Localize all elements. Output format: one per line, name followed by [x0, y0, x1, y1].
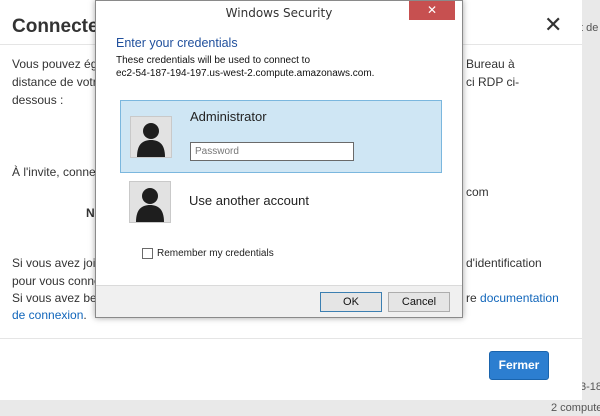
account-name-other: Use another account — [189, 193, 309, 208]
cancel-button[interactable]: Cancel — [388, 292, 450, 312]
modal-footer-divider — [0, 338, 582, 339]
modal-title: Connecte — [12, 16, 99, 37]
background-row-fragment: 2 compute — [551, 402, 600, 414]
remember-credentials-label[interactable]: Remember my credentials — [157, 248, 274, 259]
modal-text-line1-right: Bureau à — [466, 57, 515, 71]
account-tile-other[interactable]: Use another account — [120, 177, 442, 227]
modal-text-line2-right: ci RDP ci- — [466, 75, 520, 89]
modal-prompt-left: À l'invite, conne — [12, 165, 96, 179]
dialog-close-icon[interactable]: ✕ — [409, 1, 455, 20]
user-silhouette-icon — [130, 116, 172, 158]
remember-credentials-checkbox[interactable] — [142, 248, 153, 259]
close-modal-button[interactable]: Fermer — [489, 351, 549, 380]
remember-credentials-row: Remember my credentials — [142, 248, 274, 259]
modal-text-line3: dessous : — [12, 93, 64, 107]
modal-p2-line2-left: pour vous conne — [12, 274, 101, 288]
dialog-title: Windows Security — [225, 6, 333, 20]
modal-p2-line3-plain: re — [466, 291, 477, 305]
background-row-fragment-1: 3-18 — [580, 381, 600, 393]
modal-p2-line1-right: d'identification — [466, 256, 542, 270]
background-page-bottom: 2 compute — [0, 400, 600, 416]
modal-text-line2-left: distance de votr — [12, 75, 97, 89]
modal-p2-trailing: . — [83, 308, 87, 322]
documentation-link-continued[interactable]: de connexion — [12, 308, 83, 322]
account-name-administrator: Administrator — [190, 109, 267, 124]
user-silhouette-icon — [129, 181, 171, 223]
documentation-link[interactable]: documentation — [480, 291, 559, 305]
modal-p2-line3-right: re documentation — [466, 289, 559, 307]
password-input[interactable] — [190, 142, 354, 161]
credentials-description: These credentials will be used to connec… — [116, 54, 374, 80]
background-header-fragment: t de — [580, 22, 599, 34]
description-line-2: ec2-54-187-194-197.us-west-2.compute.ama… — [116, 68, 375, 79]
credentials-heading: Enter your credentials — [116, 36, 238, 50]
dialog-footer: OK Cancel — [96, 285, 462, 317]
modal-prompt-right: com — [466, 185, 489, 199]
modal-text-line1-left: Vous pouvez ég — [12, 57, 98, 71]
modal-bold-fragment: N — [86, 206, 95, 220]
modal-p2-line3-left: Si vous avez be — [12, 291, 97, 305]
windows-security-dialog: Windows Security ✕ Enter your credential… — [95, 0, 463, 318]
modal-p2-line4: de connexion. — [12, 306, 87, 324]
ok-button[interactable]: OK — [320, 292, 382, 312]
background-page-strip: t de — [580, 0, 600, 416]
description-line-1: These credentials will be used to connec… — [116, 55, 310, 66]
modal-close-icon[interactable]: ✕ — [544, 14, 562, 36]
account-tile-administrator[interactable]: Administrator — [120, 100, 442, 173]
modal-p2-line1-left: Si vous avez joi — [12, 256, 96, 270]
